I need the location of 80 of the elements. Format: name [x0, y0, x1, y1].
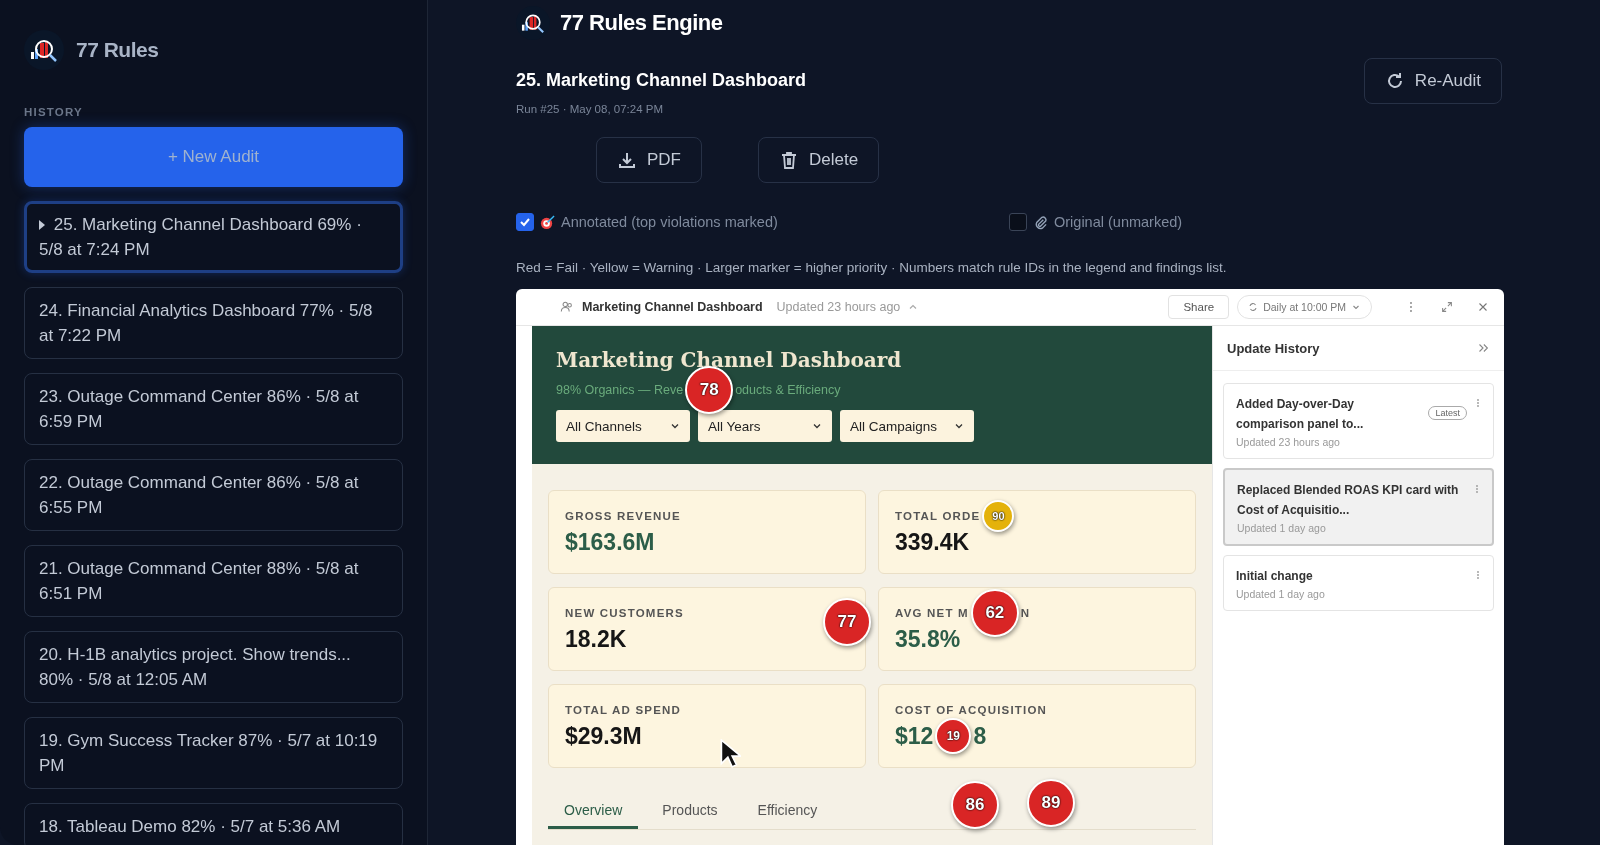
- re-audit-button[interactable]: Re-Audit: [1363, 58, 1502, 104]
- entry-title: Initial change: [1236, 568, 1314, 585]
- share-button[interactable]: Share: [1168, 295, 1230, 319]
- kpi-value: 339.4K: [895, 528, 970, 556]
- kpi-value: $29.3M: [565, 722, 642, 750]
- checkmark-icon: [519, 216, 531, 228]
- caret-icon: [39, 220, 45, 230]
- kpi-value: 18.2K: [565, 625, 627, 653]
- history-item[interactable]: 25. Marketing Channel Dashboard 69% · 5/8 at 7:24 PM: [24, 201, 403, 273]
- kpi-label: AVG NET M: [895, 607, 969, 619]
- chevron-down-icon: [954, 421, 964, 431]
- entry-time: Updated 1 day ago: [1237, 522, 1327, 534]
- pdf-button[interactable]: PDF: [596, 137, 702, 183]
- history-item[interactable]: 22. Outage Command Center 86% · 5/8 at 6:55 PM: [24, 459, 403, 531]
- cursor-icon: [719, 739, 741, 769]
- expand-icon[interactable]: [1440, 300, 1454, 314]
- history-item[interactable]: 24. Financial Analytics Dashboard 77% · 5/8 at 7:22 PM: [24, 287, 403, 359]
- subtitle-text: 98% Organics — Reve: [556, 383, 684, 397]
- entry-time: Updated 1 day ago: [1236, 588, 1326, 600]
- chevron-down-icon: [812, 421, 822, 431]
- chevron-down-icon: [670, 421, 680, 431]
- tab[interactable]: Efficiency: [741, 796, 834, 829]
- updated-text: Updated 23 hours ago: [776, 300, 901, 314]
- option-label: Original (unmarked): [1054, 214, 1183, 230]
- run-info: Run #25 · May 08, 07:24 PM: [516, 103, 665, 115]
- violation-marker: 77: [823, 598, 871, 646]
- violation-marker: 89: [1027, 779, 1075, 827]
- history-item[interactable]: 20. H-1B analytics project. Show trends... 80% · 5/8 at 12:05 AM: [24, 631, 403, 703]
- refresh-icon: [1248, 302, 1259, 312]
- entry-title: Added Day-over-Day comparison panel to...: [1236, 396, 1365, 433]
- audit-title: 25. Marketing Channel Dashboard: [516, 70, 807, 91]
- option-label: Annotated (top violations marked): [561, 214, 778, 230]
- violation-marker: 78: [685, 366, 734, 414]
- violation-marker: 62: [970, 589, 1019, 637]
- delete-button[interactable]: Delete: [758, 137, 880, 183]
- schedule-dropdown[interactable]: Daily at 10:00 PM: [1237, 295, 1372, 319]
- history-entry[interactable]: Initial change Updated 1 day ago: [1223, 555, 1494, 611]
- trash-icon: [779, 150, 799, 170]
- chevron-up-icon[interactable]: [908, 302, 919, 312]
- kpi-value: 8: [973, 722, 987, 750]
- filter-dropdown[interactable]: All Years: [698, 410, 832, 442]
- checkbox[interactable]: [1009, 213, 1027, 231]
- brand-name: 77 Rules: [76, 38, 159, 62]
- history-entry[interactable]: Replaced Blended ROAS KPI card with Cost of Acquisitio... Updated 1 day ago: [1223, 468, 1494, 546]
- kpi-label: N: [1020, 607, 1031, 619]
- section-label: HISTORY: [24, 106, 84, 118]
- subtitle-text: oducts & Efficiency: [735, 383, 841, 397]
- violation-marker: 90: [982, 500, 1015, 532]
- logo-icon: [24, 30, 64, 70]
- history-item[interactable]: 23. Outage Command Center 86% · 5/8 at 6:59 PM: [24, 373, 403, 445]
- app-title: 77 Rules Engine: [560, 10, 723, 36]
- download-icon: [617, 150, 637, 170]
- violation-marker: 86: [951, 781, 999, 829]
- history-item[interactable]: 21. Outage Command Center 88% · 5/8 at 6:51 PM: [24, 545, 403, 617]
- checkbox[interactable]: [516, 213, 534, 231]
- kpi-label: TOTAL ORDE: [895, 510, 981, 522]
- kpi-label: COST OF ACQUISITION: [895, 704, 1048, 716]
- history-item[interactable]: 19. Gym Success Tracker 87% · 5/7 at 10:19 PM: [24, 717, 403, 789]
- entry-time: Updated 23 hours ago: [1236, 436, 1341, 448]
- users-icon: [560, 300, 574, 314]
- panel-title: Update History: [1227, 340, 1320, 356]
- entry-title: Replaced Blended ROAS KPI card with Cost of Acquisitio...: [1237, 482, 1460, 519]
- target-icon: [540, 214, 555, 230]
- dashboard-name: Marketing Channel Dashboard: [582, 300, 763, 314]
- filter-dropdown[interactable]: All Channels: [556, 410, 690, 442]
- filter-dropdown[interactable]: All Campaigns: [840, 410, 974, 442]
- history-item[interactable]: 18. Tableau Demo 82% · 5/7 at 5:36 AM: [24, 803, 403, 845]
- kpi-value: 35.8%: [895, 625, 961, 653]
- tab[interactable]: Overview: [548, 796, 639, 829]
- kpi-value: $12: [895, 722, 934, 750]
- legend-text: Red = Fail · Yellow = Warning · Larger marker = higher priority · Numbers match rule IDs in the legend and findings list.: [516, 260, 1228, 275]
- tab[interactable]: Products: [646, 796, 734, 829]
- kpi-label: TOTAL AD SPEND: [565, 704, 682, 716]
- history-entry[interactable]: Added Day-over-Day comparison panel to... Updated 23 hours ago Latest: [1223, 383, 1494, 459]
- kpi-label: NEW CUSTOMERS: [565, 607, 684, 619]
- paperclip-icon: [1033, 214, 1048, 230]
- kpi-value: $163.6M: [565, 528, 655, 556]
- kpi-label: GROSS REVENUE: [565, 510, 681, 522]
- violation-marker: 19: [935, 718, 972, 754]
- collapse-icon[interactable]: [1476, 341, 1490, 355]
